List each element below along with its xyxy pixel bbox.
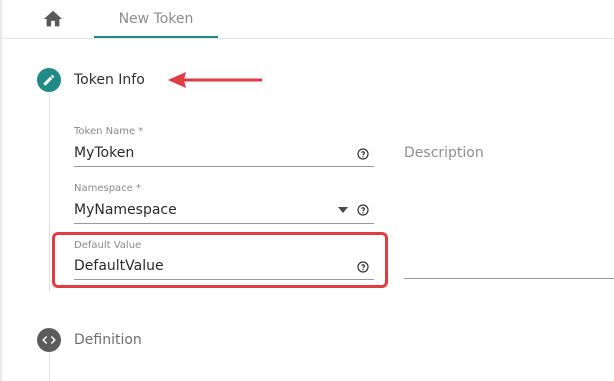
namespace-select[interactable]: MyNamespace bbox=[74, 202, 177, 218]
step-definition-badge[interactable] bbox=[37, 328, 61, 352]
stepper-rail bbox=[49, 92, 50, 292]
code-icon bbox=[42, 335, 56, 345]
tab-bar: New Token bbox=[0, 0, 614, 39]
left-border bbox=[0, 0, 2, 381]
home-button[interactable] bbox=[42, 8, 64, 30]
description-input[interactable]: Description bbox=[404, 145, 484, 161]
description-underline bbox=[404, 278, 614, 279]
help-circle-icon[interactable] bbox=[357, 148, 369, 160]
token-name-input[interactable]: MyToken bbox=[74, 145, 134, 161]
annotation-arrow bbox=[168, 72, 262, 88]
help-circle-icon[interactable] bbox=[357, 204, 369, 216]
token-name-underline bbox=[74, 166, 374, 167]
step-token-info-badge[interactable] bbox=[37, 68, 61, 92]
default-value-label: Default Value bbox=[74, 240, 142, 251]
token-name-label: Token Name * bbox=[74, 126, 144, 137]
namespace-label: Namespace * bbox=[74, 183, 142, 194]
step-token-info-title[interactable]: Token Info bbox=[74, 72, 145, 88]
pencil-icon bbox=[43, 74, 55, 86]
namespace-underline bbox=[74, 223, 374, 224]
step-definition-title[interactable]: Definition bbox=[74, 332, 142, 348]
help-circle-icon[interactable] bbox=[357, 261, 369, 273]
default-value-input[interactable]: DefaultValue bbox=[74, 258, 164, 274]
caret-down-icon[interactable] bbox=[338, 207, 348, 213]
default-value-underline bbox=[74, 279, 374, 280]
home-icon bbox=[43, 10, 63, 27]
tab-new-token-label: New Token bbox=[118, 11, 194, 27]
stepper-rail-bottom bbox=[49, 353, 50, 381]
tab-new-token[interactable]: New Token bbox=[94, 0, 218, 38]
